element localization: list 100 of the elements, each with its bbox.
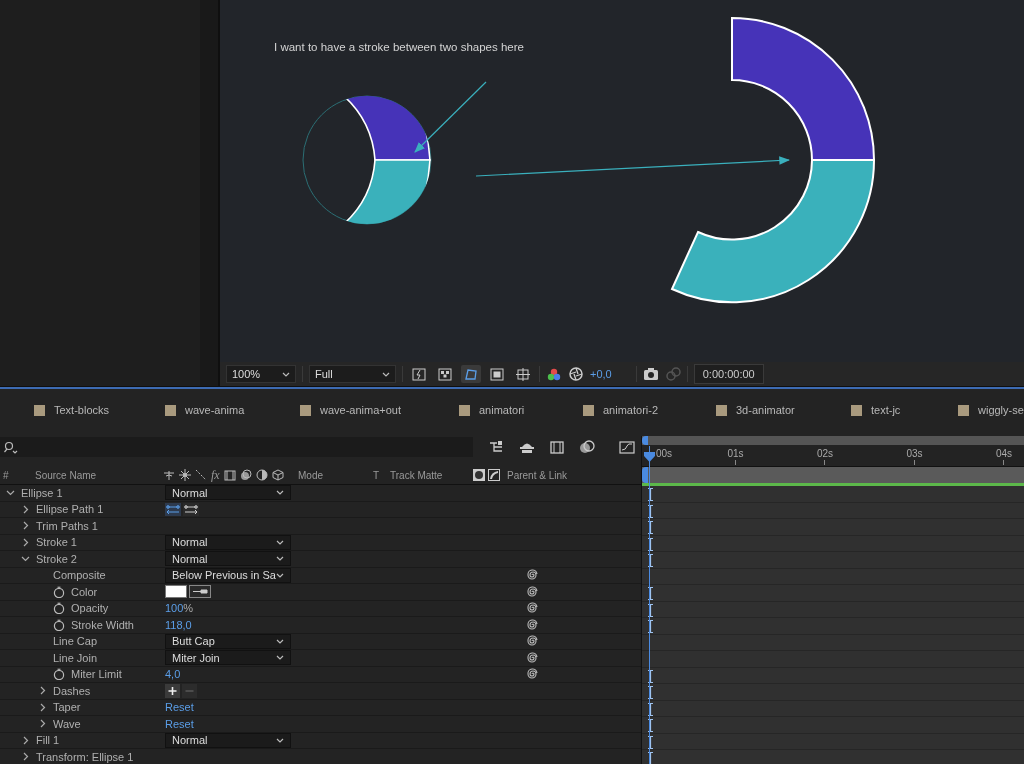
composition-tab[interactable]: wave-anima [165,404,245,416]
exposure-value[interactable]: +0,0 [590,368,612,380]
column-header: # [2,469,10,481]
property-name[interactable]: Stroke 1 [36,536,77,549]
time-label: 01s [727,448,744,459]
composition-tab[interactable]: animatori [459,404,525,416]
disclosure-arrow[interactable] [38,719,47,729]
property-name[interactable]: Taper [53,701,81,714]
frame-blend-icon[interactable] [549,439,565,455]
time-label: 02s [817,448,834,459]
property-name[interactable]: Opacity [71,602,109,615]
spiral-icon[interactable] [526,602,538,615]
disclosure-arrow[interactable] [21,537,30,547]
disclosure-arrow[interactable] [21,554,30,564]
color-swatch[interactable] [165,585,187,599]
region-icon[interactable] [489,366,505,382]
property-name[interactable]: Trim Paths 1 [36,519,98,532]
stopwatch-icon[interactable] [53,602,65,615]
composition-tab[interactable]: Text-blocks [34,404,110,416]
column-header: Source Name [34,469,98,481]
disclosure-arrow[interactable] [6,488,15,498]
disclosure-arrow[interactable] [21,521,30,531]
property-name[interactable]: Fill 1 [36,734,60,747]
property-name[interactable]: Color [71,585,98,598]
composition-tab[interactable]: text-jc [851,404,901,416]
timecode-field[interactable]: 0:00:00:00 [693,364,764,384]
dropdown[interactable]: Normal [165,551,291,567]
resolution-dropdown[interactable]: Full [309,365,396,383]
swatch-icon [851,404,862,416]
property-name[interactable]: Composite [53,569,106,582]
property-name[interactable]: Transform: Ellipse 1 [36,750,134,763]
reset-link[interactable]: Reset [165,717,194,730]
stopwatch-icon[interactable] [53,618,65,631]
property-name[interactable]: Ellipse Path 1 [36,503,104,516]
matte-invert-icon [488,469,500,481]
adjustment-switch-icon [255,469,268,481]
plus-icon[interactable] [165,683,180,698]
column-header: Parent & Link [507,469,569,481]
property-name[interactable]: Wave [53,717,81,730]
cube-icon [271,469,284,481]
composition-tab[interactable]: animatori-2 [583,404,659,416]
spiral-icon[interactable] [526,635,538,648]
property-value[interactable]: 118,0 [165,618,192,631]
property-name[interactable]: Stroke Width [71,618,134,631]
path-direction-icon[interactable] [183,502,199,516]
track-matte-icon [473,469,485,481]
property-name[interactable]: Miter Limit [71,668,122,681]
disclosure-arrow[interactable] [21,735,30,745]
mask-path-icon[interactable] [463,366,479,382]
dropdown[interactable]: Miter Join [165,650,291,666]
search-field[interactable] [0,437,473,457]
composition-tab[interactable]: wave-anima+out [300,404,402,416]
quality-switch-icon [195,469,207,481]
spiral-icon[interactable] [526,585,538,598]
composition-tab[interactable]: wiggly-se [958,404,1024,416]
transparency-grid-icon[interactable] [437,366,453,382]
camera-icon[interactable] [642,366,659,382]
property-name[interactable]: Stroke 2 [36,552,77,565]
motion-blur-icon[interactable] [579,439,595,455]
dropdown[interactable]: Normal [165,485,291,501]
property-name[interactable]: Line Cap [53,635,98,648]
swatch-icon [716,404,727,416]
spiral-icon[interactable] [526,651,538,664]
property-name[interactable]: Ellipse 1 [21,486,63,499]
property-value[interactable]: 4,0 [165,668,181,681]
time-label: 04s [996,448,1013,459]
grid-guides-icon[interactable] [515,366,531,382]
graph-editor-icon[interactable] [619,439,635,455]
eyedropper-icon[interactable] [189,585,211,599]
composition-tab[interactable]: 3d-animator [716,404,795,416]
stopwatch-icon[interactable] [53,668,65,681]
disclosure-arrow[interactable] [21,752,30,762]
property-value[interactable]: 100% [165,602,194,615]
aperture-icon[interactable] [568,366,584,382]
effects-column-header: fx [211,467,220,483]
zoom-dropdown[interactable]: 100% [226,365,296,383]
property-name[interactable]: Line Join [53,651,98,664]
caret-icon [276,572,284,578]
stopwatch-icon[interactable] [53,585,65,598]
swatch-icon [958,404,969,416]
reverse-path-icon[interactable] [165,502,181,516]
disclosure-arrow[interactable] [21,504,30,514]
search-icon[interactable] [4,440,18,454]
color-channels-icon[interactable] [546,366,562,382]
disclosure-arrow[interactable] [38,686,47,696]
hierarchy-icon[interactable] [489,439,505,455]
spiral-icon[interactable] [526,618,538,631]
time-label: 03s [906,448,923,459]
spiral-icon[interactable] [526,569,538,582]
fast-preview-icon[interactable] [411,366,427,382]
caret-icon [276,490,284,496]
spiral-icon[interactable] [526,668,538,681]
reset-link[interactable]: Reset [165,701,194,714]
collapse-switch-icon [179,469,191,481]
property-name[interactable]: Dashes [53,684,91,697]
caret-icon [282,371,290,377]
time-label: 00s [656,448,673,459]
caret-icon [382,371,390,377]
playhead-handle[interactable] [644,452,655,462]
disclosure-arrow[interactable] [38,702,47,712]
